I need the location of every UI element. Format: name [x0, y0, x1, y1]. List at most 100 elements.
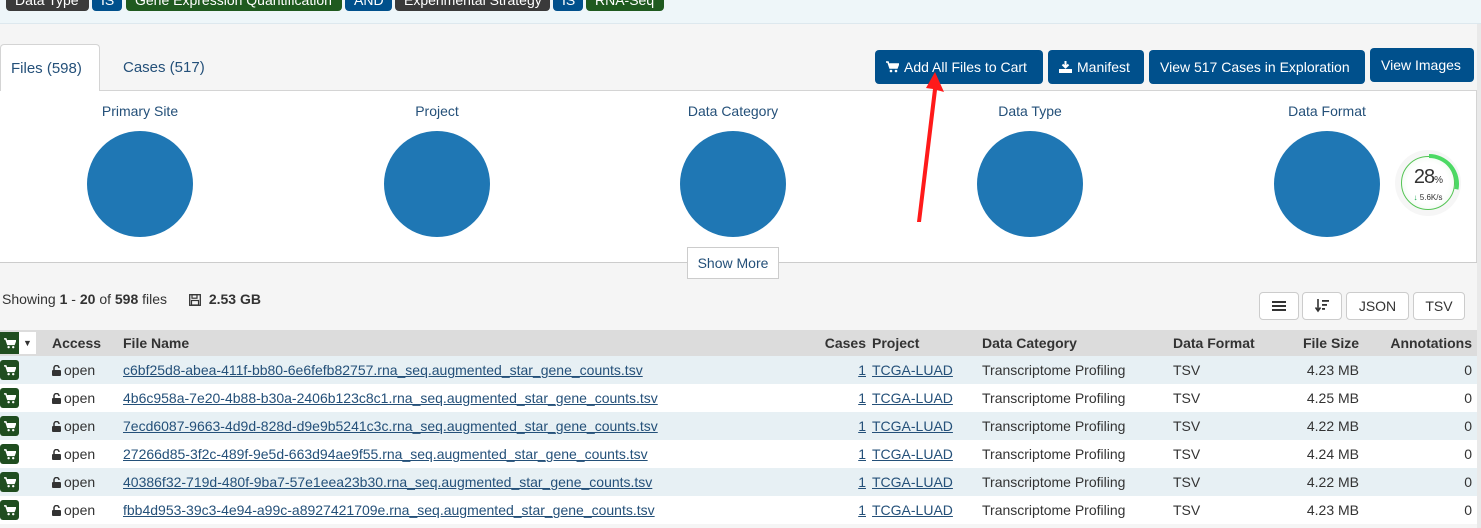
file-size-cell: 4.24 MB: [1306, 446, 1359, 462]
speed-percent: 28%: [1413, 166, 1443, 188]
results-summary: Showing 1 - 20 of 598 files 2.53 GB: [2, 291, 261, 307]
cases-cell: 1: [800, 468, 866, 496]
speed-gauge: 28% ↓ 5.6K/s: [1401, 154, 1459, 210]
file-name-link[interactable]: 27266d85-3f2c-489f-9e5d-663d94ae9f55.rna…: [123, 446, 648, 462]
access-cell: open: [52, 440, 95, 468]
add-to-cart-button[interactable]: [0, 388, 19, 408]
file-name-link[interactable]: c6bf25d8-abea-411f-bb80-6e6fefb82757.rna…: [123, 362, 643, 378]
access-cell: open: [52, 384, 95, 412]
data-category-cell: Transcriptome Profiling: [982, 474, 1126, 490]
project-cell: TCGA-LUAD: [872, 440, 953, 468]
show-more-button[interactable]: Show More: [687, 247, 779, 279]
facet-title: Data Category: [687, 103, 779, 119]
cases-cell: 1: [800, 356, 866, 384]
filter-chip-field[interactable]: Experimental Strategy: [395, 0, 550, 11]
header-file-size[interactable]: File Size: [1270, 330, 1359, 356]
floppy-disk-icon: [188, 294, 201, 306]
filter-chip-value[interactable]: Gene Expression Quantification: [126, 0, 342, 11]
file-size-cell: 4.22 MB: [1306, 474, 1359, 490]
data-format-cell: TSV: [1173, 390, 1201, 406]
file-name-link[interactable]: 40386f32-719d-480f-9ba7-57e1eea23b30.rna…: [123, 474, 652, 490]
project-link[interactable]: TCGA-LUAD: [872, 418, 953, 434]
column-selector-button[interactable]: [1259, 292, 1299, 320]
cases-link[interactable]: 1: [858, 502, 866, 518]
header-annotations[interactable]: Annotations: [1370, 330, 1472, 356]
data-category-cell: Transcriptome Profiling: [982, 362, 1126, 378]
export-json-button[interactable]: JSON: [1346, 292, 1409, 320]
header-data-category[interactable]: Data Category: [982, 330, 1077, 356]
page-scrollbar[interactable]: [1477, 24, 1481, 528]
view-cases-in-exploration-button[interactable]: View 517 Cases in Exploration: [1149, 50, 1365, 84]
menu-icon: [1272, 301, 1286, 311]
pie-chart[interactable]: [977, 131, 1083, 237]
cart-icon: [3, 420, 16, 431]
pie-chart[interactable]: [384, 131, 490, 237]
export-tsv-button[interactable]: TSV: [1413, 292, 1465, 320]
header-file-name[interactable]: File Name: [123, 330, 189, 356]
table-header: ▼ Access File Name Cases Project Data Ca…: [0, 330, 1477, 356]
cases-cell: 1: [800, 440, 866, 468]
cart-icon: [3, 448, 16, 459]
cases-link[interactable]: 1: [858, 474, 866, 490]
project-link[interactable]: TCGA-LUAD: [872, 502, 953, 518]
table-row: open fbb4d953-39c3-4e94-a99c-a8927421709…: [0, 496, 1477, 524]
pie-chart[interactable]: [1274, 131, 1380, 237]
add-all-files-to-cart-button[interactable]: Add All Files to Cart: [875, 50, 1043, 84]
query-filter-bar: Data Type IS Gene Expression Quantificat…: [0, 0, 1481, 24]
data-format-cell: TSV: [1173, 502, 1201, 518]
pie-chart[interactable]: [680, 131, 786, 237]
annotations-cell: 0: [1464, 502, 1472, 518]
file-name-cell: 27266d85-3f2c-489f-9e5d-663d94ae9f55.rna…: [123, 440, 648, 468]
add-to-cart-button[interactable]: [0, 500, 19, 520]
unlock-icon: [52, 504, 61, 516]
cases-link[interactable]: 1: [858, 390, 866, 406]
project-link[interactable]: TCGA-LUAD: [872, 446, 953, 462]
unlock-icon: [52, 476, 61, 488]
manifest-label: Manifest: [1077, 59, 1130, 75]
tab-files[interactable]: Files (598): [0, 44, 100, 91]
add-to-cart-button[interactable]: [0, 444, 19, 464]
cases-link[interactable]: 1: [858, 362, 866, 378]
header-cases[interactable]: Cases: [800, 330, 866, 356]
speed-rate: ↓ 5.6K/s: [1413, 193, 1443, 202]
project-link[interactable]: TCGA-LUAD: [872, 362, 953, 378]
file-name-link[interactable]: fbb4d953-39c3-4e94-a99c-a8927421709e.rna…: [123, 502, 655, 518]
facet-charts-panel: Primary Site Project Data Category Data …: [0, 90, 1477, 262]
project-cell: TCGA-LUAD: [872, 412, 953, 440]
header-data-format[interactable]: Data Format: [1173, 330, 1255, 356]
pie-chart[interactable]: [87, 131, 193, 237]
tab-cases[interactable]: Cases (517): [113, 44, 215, 91]
add-to-cart-button[interactable]: [0, 472, 19, 492]
view-images-button[interactable]: View Images: [1370, 48, 1474, 82]
header-project[interactable]: Project: [872, 330, 919, 356]
filter-chip-value[interactable]: RNA-Seq: [586, 0, 664, 11]
sort-button[interactable]: [1302, 292, 1342, 320]
data-category-cell: Transcriptome Profiling: [982, 418, 1126, 434]
project-link[interactable]: TCGA-LUAD: [872, 390, 953, 406]
project-link[interactable]: TCGA-LUAD: [872, 474, 953, 490]
filter-chip-field[interactable]: Data Type: [6, 0, 89, 11]
header-access[interactable]: Access: [52, 330, 101, 356]
project-cell: TCGA-LUAD: [872, 496, 953, 524]
file-size-cell: 4.23 MB: [1306, 502, 1359, 518]
add-to-cart-button[interactable]: [0, 416, 19, 436]
filter-chip-operator[interactable]: IS: [92, 0, 122, 11]
file-name-link[interactable]: 7ecd6087-9663-4d9d-828d-d9e9b5241c3c.rna…: [123, 418, 658, 434]
facet-title: Data Format: [1288, 103, 1366, 119]
facet-title: Data Type: [998, 103, 1062, 119]
filter-chip-and[interactable]: AND: [345, 0, 392, 11]
download-speed-widget[interactable]: 28% ↓ 5.6K/s: [1395, 150, 1461, 216]
cases-link[interactable]: 1: [858, 418, 866, 434]
manifest-button[interactable]: Manifest: [1048, 50, 1144, 84]
add-to-cart-button[interactable]: [0, 360, 19, 380]
cart-icon: [3, 364, 16, 375]
facet-primary-site: Primary Site: [40, 91, 240, 237]
file-name-link[interactable]: 4b6c958a-7e20-4b88-b30a-2406b123c8c1.rna…: [123, 390, 658, 406]
cart-select-all-dropdown[interactable]: ▼: [0, 332, 36, 354]
file-size-cell: 4.25 MB: [1306, 390, 1359, 406]
cases-link[interactable]: 1: [858, 446, 866, 462]
annotations-cell: 0: [1464, 418, 1472, 434]
access-cell: open: [52, 468, 95, 496]
filter-chip-operator[interactable]: IS: [553, 0, 583, 11]
annotations-cell: 0: [1464, 362, 1472, 378]
